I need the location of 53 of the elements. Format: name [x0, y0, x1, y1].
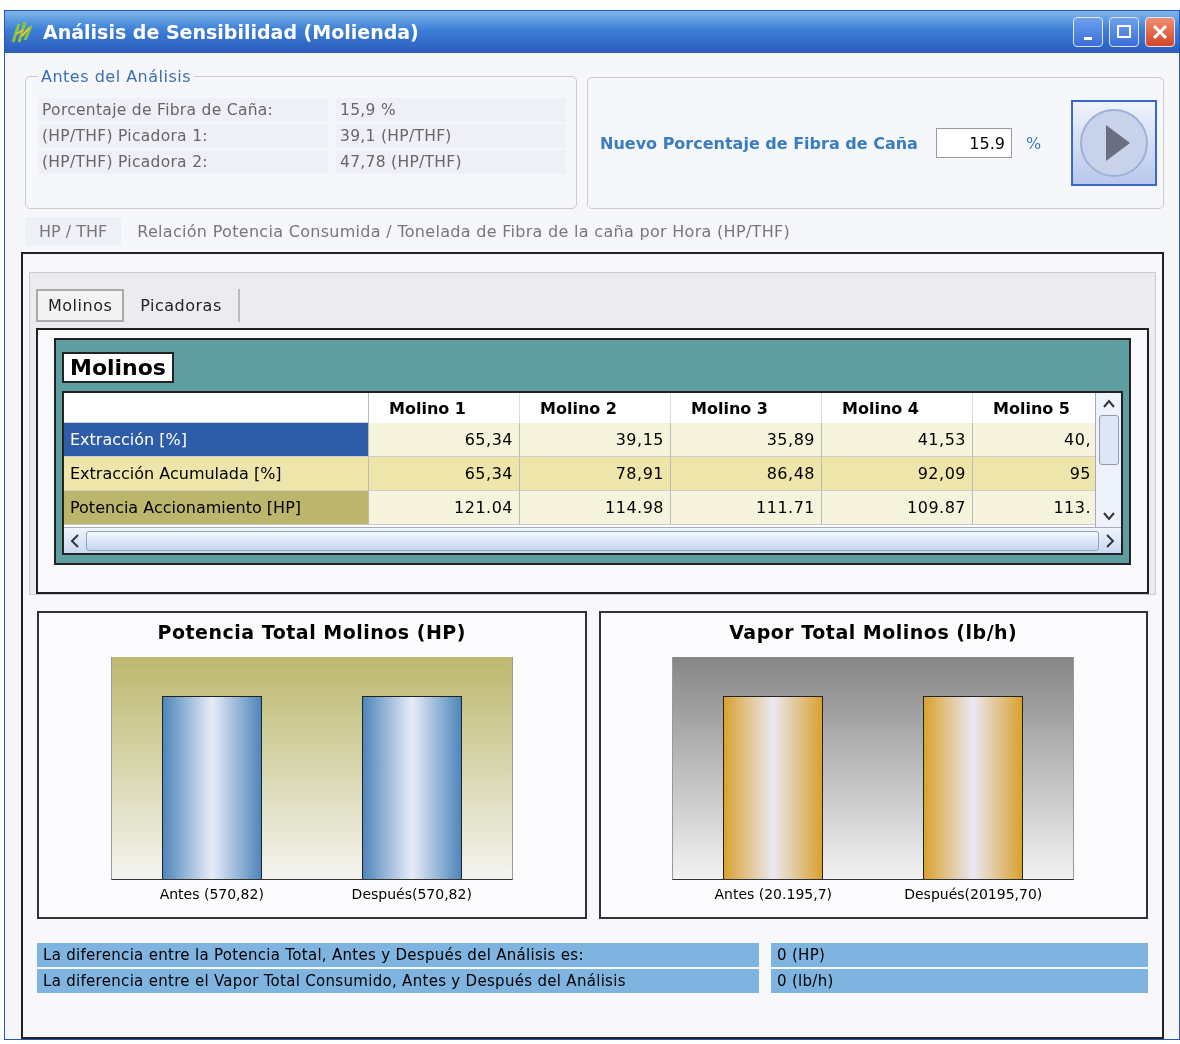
- minimize-icon: [1084, 36, 1092, 40]
- field-label: (HP/THF) Picadora 2:: [38, 150, 328, 174]
- close-icon: [1152, 24, 1168, 40]
- field-label: Porcentaje de Fibra de Caña:: [38, 98, 328, 122]
- field-value: 47,78 (HP/THF): [336, 150, 566, 174]
- row-header[interactable]: Extracción Acumulada [%]: [64, 457, 369, 491]
- group-title: Antes del Análisis: [40, 67, 193, 86]
- table-cell: 65,34: [369, 423, 520, 457]
- table-cell: 111.71: [671, 491, 822, 525]
- table-cell: 121.04: [369, 491, 520, 525]
- table-cell: 109.87: [822, 491, 973, 525]
- table-cell: 86,48: [671, 457, 822, 491]
- tab[interactable]: Picadoras: [124, 289, 240, 322]
- minimize-button[interactable]: [1073, 17, 1103, 47]
- close-button[interactable]: [1145, 17, 1175, 47]
- table-cell: 92,09: [822, 457, 973, 491]
- maximize-button[interactable]: [1109, 17, 1139, 47]
- abbreviation-description: Relación Potencia Consumida / Tonelada de Fibra de la caña por Hora (HP/THF): [137, 222, 791, 241]
- difference-value: 0 (lb/h): [771, 969, 1148, 993]
- difference-label: La diferencia entre la Potencia Total, Antes y Después del Análisis es:: [37, 943, 759, 967]
- chart-title: Vapor Total Molinos (lb/h): [729, 621, 1018, 643]
- table-title: Molinos: [62, 352, 174, 383]
- table-cell: 35,89: [671, 423, 822, 457]
- table-cell: 65,34: [369, 457, 520, 491]
- category-label: Antes (20.195,7): [713, 886, 834, 902]
- category-label: Antes (570,82): [158, 886, 265, 902]
- category-label: Después(570,82): [350, 886, 473, 902]
- abbreviation-label: HP / THF: [25, 217, 122, 246]
- row-header[interactable]: Extracción [%]: [64, 423, 369, 457]
- table-cell: 40,: [973, 423, 1095, 457]
- category-label: Después(20195,70): [903, 886, 1044, 902]
- maximize-icon: [1116, 24, 1132, 40]
- fiber-input[interactable]: 15.9: [935, 128, 1012, 158]
- table-cell: 114.98: [520, 491, 671, 525]
- difference-label: La diferencia entre el Vapor Total Consumido, Antes y Después del Análisis: [37, 969, 759, 993]
- table-cell: 39,15: [520, 423, 671, 457]
- table-cell: 78,91: [520, 457, 671, 491]
- new-fiber-label: Nuevo Porcentaje de Fibra de Caña: [600, 133, 918, 153]
- unit-label: %: [1025, 133, 1042, 153]
- difference-value: 0 (HP): [771, 943, 1148, 967]
- field-value: 15,9 %: [336, 98, 566, 122]
- row-header[interactable]: Potencia Accionamiento [HP]: [64, 491, 369, 525]
- field-label: (HP/THF) Picadora 1:: [38, 124, 328, 148]
- run-button[interactable]: [1071, 100, 1157, 186]
- window-title: Análisis de Sensibilidad (Molienda): [43, 21, 419, 43]
- vertical-scrollbar[interactable]: [1095, 393, 1121, 527]
- chart-title: Potencia Total Molinos (HP): [157, 621, 466, 643]
- tab[interactable]: Molinos: [36, 289, 125, 322]
- table-cell: 41,53: [822, 423, 973, 457]
- field-value: 39,1 (HP/THF): [336, 124, 566, 148]
- table-cell: 113.: [973, 491, 1095, 525]
- horizontal-scrollbar[interactable]: [64, 527, 1121, 553]
- table-cell: 95: [973, 457, 1095, 491]
